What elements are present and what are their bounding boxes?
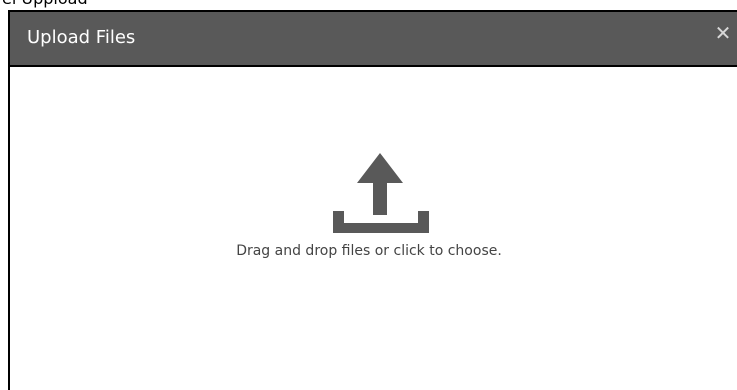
- dialog-header: Upload Files ✕: [10, 12, 737, 67]
- background-partial-text: el Uppload: [0, 0, 88, 10]
- close-icon[interactable]: ✕: [713, 22, 733, 44]
- upload-icon: [333, 153, 429, 233]
- file-dropzone[interactable]: Drag and drop files or click to choose.: [10, 67, 737, 390]
- dialog-title: Upload Files: [27, 27, 136, 48]
- dropzone-instructions: Drag and drop files or click to choose.: [236, 243, 502, 259]
- upload-dialog: Upload Files ✕ Drag and drop files or cl…: [8, 10, 737, 390]
